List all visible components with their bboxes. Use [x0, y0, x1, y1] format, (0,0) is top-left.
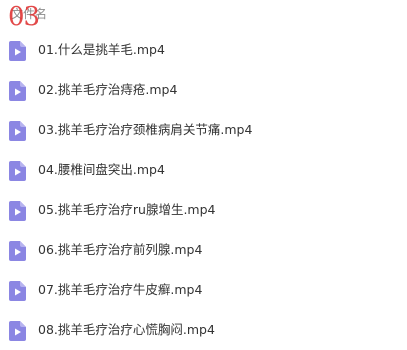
file-row[interactable]: 02.挑羊毛疗治痔疮.mp4 — [0, 70, 407, 110]
file-name: 01.什么是挑羊毛.mp4 — [38, 42, 165, 57]
file-row[interactable]: 08.挑羊毛疗治疗心慌胸闷.mp4 — [0, 310, 407, 350]
video-file-icon — [9, 201, 26, 221]
file-row[interactable]: 05.挑羊毛疗治疗ru腺增生.mp4 — [0, 190, 407, 230]
file-name: 06.挑羊毛疗治疗前列腺.mp4 — [38, 242, 203, 257]
file-name: 04.腰椎间盘突出.mp4 — [38, 162, 165, 177]
file-list-header: 文件名 03 — [0, 0, 407, 32]
file-row[interactable]: 07.挑羊毛疗治疗牛皮癣.mp4 — [0, 270, 407, 310]
video-file-icon — [9, 81, 26, 101]
file-row[interactable]: 03.挑羊毛疗治疗颈椎病肩关节痛.mp4 — [0, 110, 407, 150]
file-row[interactable]: 06.挑羊毛疗治疗前列腺.mp4 — [0, 230, 407, 270]
file-name: 08.挑羊毛疗治疗心慌胸闷.mp4 — [38, 322, 215, 337]
video-file-icon — [9, 161, 26, 181]
file-name: 05.挑羊毛疗治疗ru腺增生.mp4 — [38, 202, 216, 217]
video-file-icon — [9, 241, 26, 261]
file-name: 02.挑羊毛疗治痔疮.mp4 — [38, 82, 178, 97]
file-row[interactable]: 04.腰椎间盘突出.mp4 — [0, 150, 407, 190]
video-file-icon — [9, 41, 26, 61]
video-file-icon — [9, 321, 26, 341]
file-name: 03.挑羊毛疗治疗颈椎病肩关节痛.mp4 — [38, 122, 253, 137]
video-file-icon — [9, 121, 26, 141]
overlay-number: 03 — [8, 2, 40, 32]
file-name: 07.挑羊毛疗治疗牛皮癣.mp4 — [38, 282, 203, 297]
file-row[interactable]: 01.什么是挑羊毛.mp4 — [0, 30, 407, 70]
video-file-icon — [9, 281, 26, 301]
